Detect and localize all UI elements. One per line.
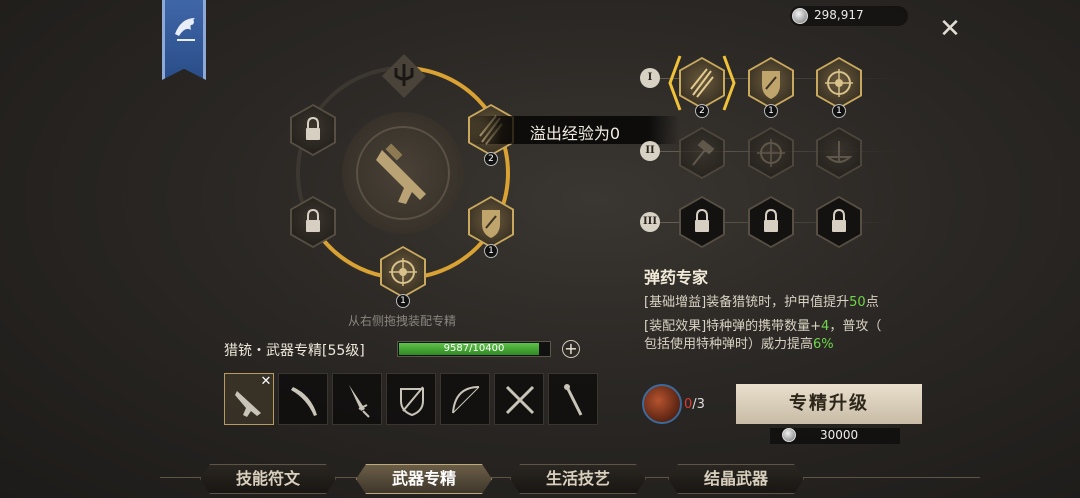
currency-display: 298,917 [790, 6, 908, 26]
sword-shield-icon [400, 386, 424, 417]
tier-label: I [640, 68, 660, 88]
skill-count-badge: 1 [396, 294, 410, 308]
xp-progress-bar: 9587/10400 [397, 341, 551, 357]
weapon-slot-dual-blades[interactable] [494, 373, 544, 425]
tab-crystal-weapons[interactable]: 结晶武器 [668, 464, 804, 494]
tier-label: II [640, 141, 660, 161]
skill-desc-line-2: [装配效果]特种弹的携带数量+4，普攻（ [644, 318, 881, 336]
silver-coin-icon [792, 8, 808, 24]
tab-skill-runes[interactable]: 技能符文 [200, 464, 336, 494]
guild-banner[interactable] [162, 0, 206, 80]
lock-icon [832, 208, 846, 232]
silver-coin-icon [782, 428, 796, 442]
weapon-slot-rifle[interactable]: ✕ [224, 373, 274, 425]
skill-count-badge: 1 [832, 104, 846, 118]
desc-text: 点 [865, 295, 879, 310]
weapon-mastery-name: 猎铳・武器专精[55级] [224, 343, 365, 359]
hammer-icon [692, 139, 715, 166]
skill-desc-line-1: [基础增益]装备猎铳时，护甲值提升50点 [644, 294, 879, 312]
upgrade-mastery-button[interactable]: 专精升级 [736, 384, 922, 424]
skill-target[interactable] [816, 57, 862, 109]
skill-locked-2[interactable] [748, 196, 794, 248]
desc-value: 50 [849, 295, 866, 310]
desc-text: 包括使用特种弹时）威力提高 [644, 337, 814, 352]
upgrade-material-icon[interactable] [642, 384, 682, 424]
tab-life-skills[interactable]: 生活技艺 [510, 464, 646, 494]
weapon-slot-sword-shield[interactable] [386, 373, 436, 425]
curved-sword-icon [291, 387, 317, 416]
skill-shield[interactable] [748, 57, 794, 109]
desc-text: ，普攻（ [829, 319, 882, 334]
weapon-slot-bow[interactable] [440, 373, 490, 425]
target-icon [825, 69, 853, 97]
upgrade-cost-value: 30000 [820, 428, 859, 442]
currency-value: 298,917 [814, 8, 864, 22]
skill-locked-3[interactable] [816, 196, 862, 248]
tab-weapon-mastery[interactable]: 武器专精 [356, 464, 492, 494]
weapon-slot-dagger[interactable] [332, 373, 382, 425]
skill-crosshair[interactable] [748, 127, 794, 179]
shield-icon [762, 71, 780, 99]
bottom-tab-bar: 技能符文 武器专精 生活技艺 结晶武器 [160, 462, 980, 498]
weapon-mastery-screen: 298,917 ✕ 2 1 1 溢出经验为0 从右侧拖拽装配专精 猎铳・武器专精… [0, 0, 1080, 498]
crosshair-icon [757, 139, 785, 167]
skill-locked-1[interactable] [679, 196, 725, 248]
material-count: 0/3 [684, 397, 705, 412]
unequip-icon[interactable]: ✕ [259, 375, 273, 389]
weapon-emblem [342, 112, 464, 234]
staff-icon [564, 384, 583, 416]
skill-count-badge: 1 [484, 244, 498, 258]
skill-count-badge: 2 [695, 104, 709, 118]
close-button[interactable]: ✕ [938, 16, 962, 42]
lock-icon [695, 208, 709, 232]
xp-progress-text: 9587/10400 [443, 343, 505, 354]
desc-value: 6% [813, 337, 834, 352]
add-exp-button[interactable]: + [562, 340, 580, 358]
overflow-exp-banner: 溢出经验为0 [470, 116, 680, 144]
material-need: /3 [692, 397, 705, 412]
skill-title: 弹药专家 [644, 268, 709, 287]
skill-desc-line-3: 包括使用特种弹时）威力提高6% [644, 336, 834, 354]
rifle-icon [356, 126, 450, 220]
weapon-slot-curved-sword[interactable] [278, 373, 328, 425]
lock-icon [764, 208, 778, 232]
dual-blades-icon [505, 385, 535, 415]
desc-text: [装配效果]特种弹的携带数量+ [644, 319, 822, 334]
tier-label: III [640, 212, 660, 232]
bow-icon [452, 386, 480, 414]
skill-scale[interactable] [816, 127, 862, 179]
dagger-icon [349, 385, 370, 418]
upgrade-cost: 30000 [770, 428, 900, 444]
skill-hammer[interactable] [679, 127, 725, 179]
weapon-slot-staff[interactable] [548, 373, 598, 425]
scale-icon [825, 141, 853, 163]
desc-text: [基础增益]装备猎铳时，护甲值提升 [644, 295, 850, 310]
drag-hint-text: 从右侧拖拽装配专精 [347, 314, 456, 328]
skill-count-badge: 2 [484, 152, 498, 166]
emblem-icon [175, 18, 195, 41]
skill-count-badge: 1 [764, 104, 778, 118]
